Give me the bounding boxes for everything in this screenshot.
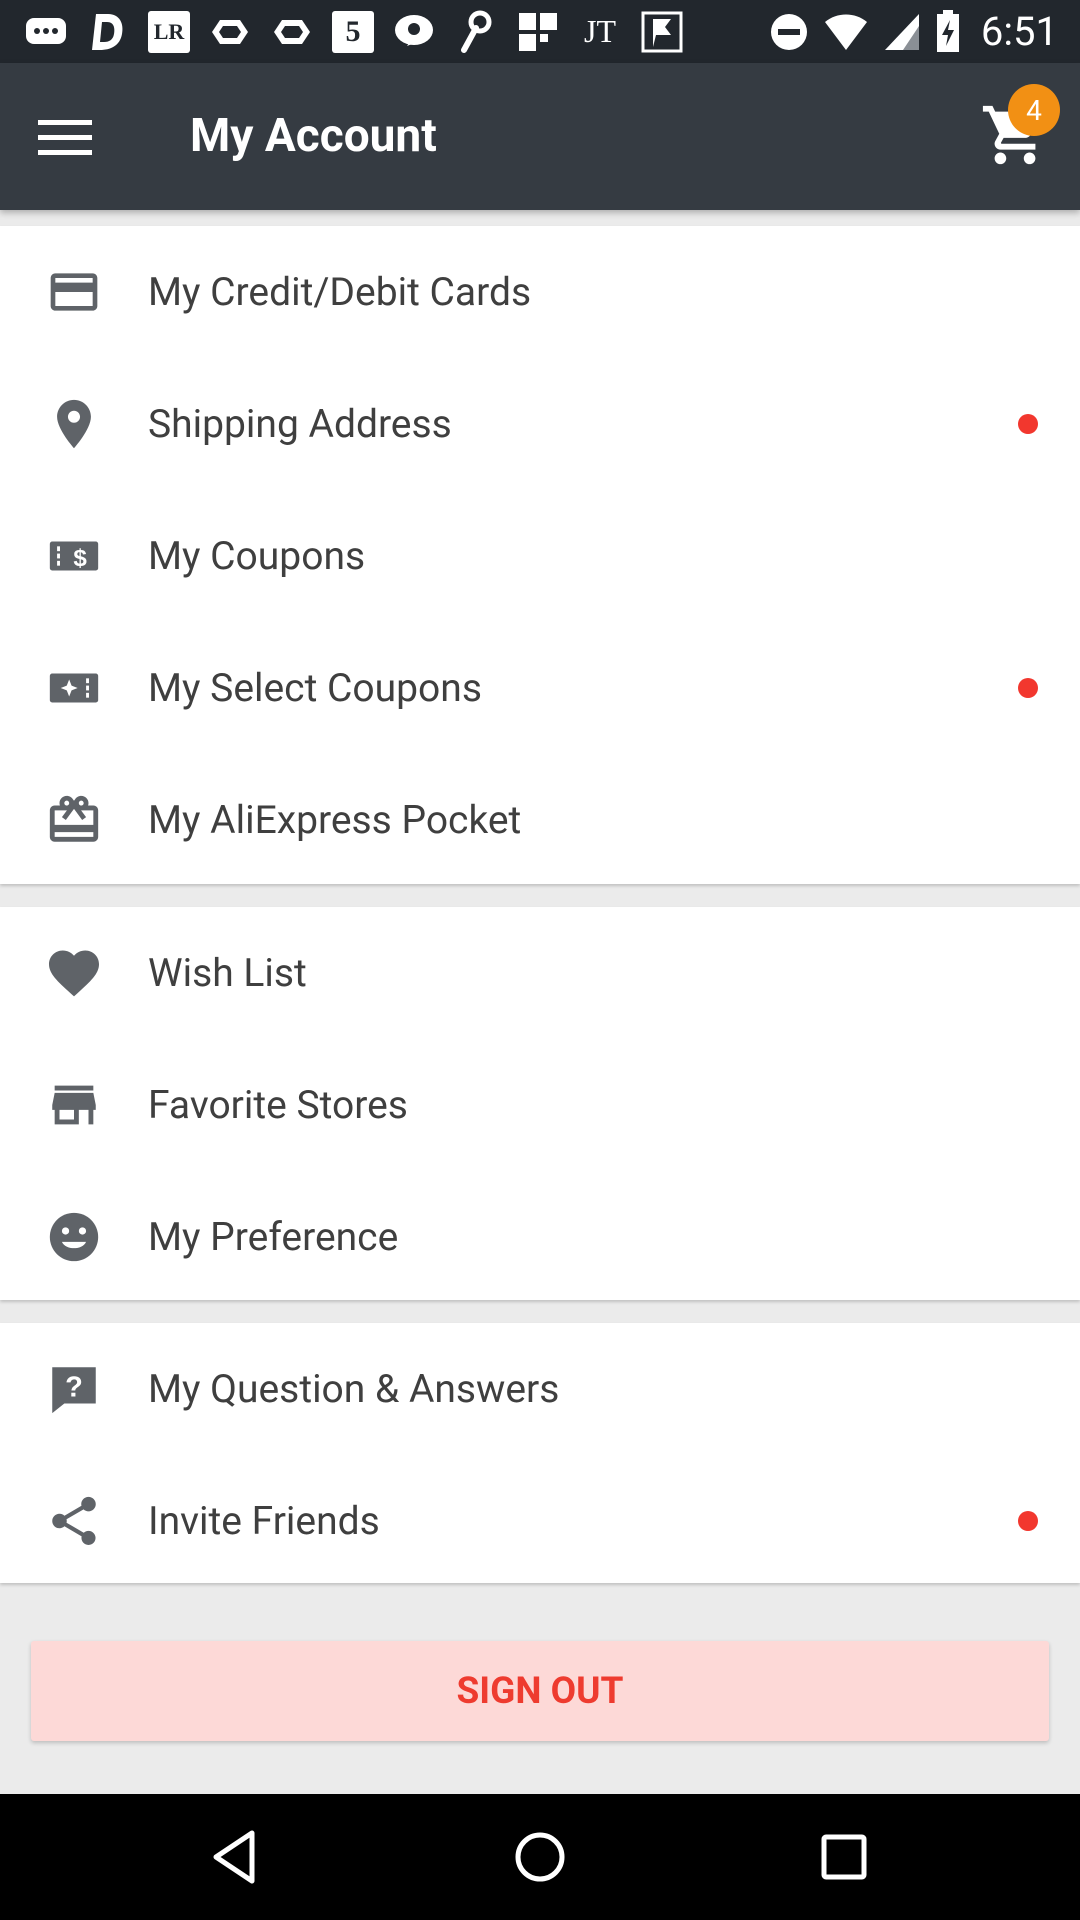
notification-dot (1018, 1511, 1038, 1531)
sign-out-button[interactable]: SIGN OUT (31, 1641, 1049, 1741)
d-app-icon (86, 10, 130, 54)
menu-item-question-answers[interactable]: ? My Question & Answers (0, 1323, 1080, 1455)
question-icon: ? (44, 1359, 104, 1419)
jt-app-icon: JT (584, 13, 616, 49)
menu-item-label: My Credit/Debit Cards (148, 269, 532, 315)
svg-text:$: $ (73, 545, 87, 572)
menu-item-favorite-stores[interactable]: Favorite Stores (0, 1039, 1080, 1171)
gift-card-icon (44, 790, 104, 850)
home-nav-icon[interactable] (510, 1827, 570, 1887)
menu-item-wish-list[interactable]: Wish List (0, 907, 1080, 1039)
menu-item-label: My Select Coupons (148, 665, 482, 711)
lr-app-icon: LR (148, 10, 190, 53)
select-coupon-icon (44, 658, 104, 718)
signal-icon (884, 13, 919, 50)
menu-item-label: Shipping Address (148, 401, 452, 447)
credit-card-icon (44, 262, 104, 322)
hamburger-menu-icon[interactable] (38, 107, 98, 167)
menu-item-invite-friends[interactable]: Invite Friends (0, 1455, 1080, 1587)
grid-app-icon (516, 10, 560, 54)
account-section-payments: My Credit/Debit Cards Shipping Address $… (0, 226, 1080, 884)
menu-item-label: My Question & Answers (148, 1366, 560, 1412)
smiley-icon (44, 1207, 104, 1267)
prime-video-icon (270, 10, 314, 54)
menu-item-my-preference[interactable]: My Preference (0, 1171, 1080, 1303)
clock: 6:51 (980, 8, 1058, 55)
p-app-icon (392, 10, 436, 54)
messages-icon (24, 10, 68, 54)
wifi-icon (824, 14, 867, 50)
account-section-favorites: Wish List Favorite Stores My Preference (0, 907, 1080, 1300)
store-icon (44, 1075, 104, 1135)
svg-text:?: ? (65, 1371, 83, 1403)
notification-dot (1018, 414, 1038, 434)
battery-charging-icon (936, 9, 959, 52)
cart-count-badge: 4 (1008, 84, 1060, 136)
flag-app-icon (640, 10, 684, 54)
menu-item-label: Favorite Stores (148, 1082, 408, 1128)
menu-item-label: My Preference (148, 1214, 399, 1260)
menu-item-aliexpress-pocket[interactable]: My AliExpress Pocket (0, 754, 1080, 886)
menu-item-my-coupons[interactable]: $ My Coupons (0, 490, 1080, 622)
link-icon (454, 10, 498, 54)
recents-nav-icon[interactable] (814, 1827, 874, 1887)
menu-item-label: Invite Friends (148, 1498, 380, 1544)
location-pin-icon (44, 394, 104, 454)
menu-item-my-select-coupons[interactable]: My Select Coupons (0, 622, 1080, 754)
system-nav-bar (0, 1794, 1080, 1920)
menu-item-credit-debit-cards[interactable]: My Credit/Debit Cards (0, 226, 1080, 358)
back-nav-icon[interactable] (206, 1827, 266, 1887)
share-icon (44, 1491, 104, 1551)
page-title: My Account (190, 109, 437, 163)
five-app-icon: 5 (332, 10, 374, 53)
coupon-icon: $ (44, 526, 104, 586)
notification-icons: LR 5 JT (24, 10, 684, 54)
account-section-community: ? My Question & Answers Invite Friends (0, 1323, 1080, 1583)
do-not-disturb-icon (770, 13, 807, 50)
heart-icon (44, 943, 104, 1003)
menu-item-shipping-address[interactable]: Shipping Address (0, 358, 1080, 490)
prime-video-icon (208, 10, 252, 54)
menu-item-label: My Coupons (148, 533, 366, 579)
app-toolbar: My Account (0, 63, 1080, 210)
notification-dot (1018, 678, 1038, 698)
menu-item-label: My AliExpress Pocket (148, 797, 522, 843)
status-bar: LR 5 JT 6:51 (0, 0, 1080, 63)
menu-item-label: Wish List (148, 950, 307, 996)
